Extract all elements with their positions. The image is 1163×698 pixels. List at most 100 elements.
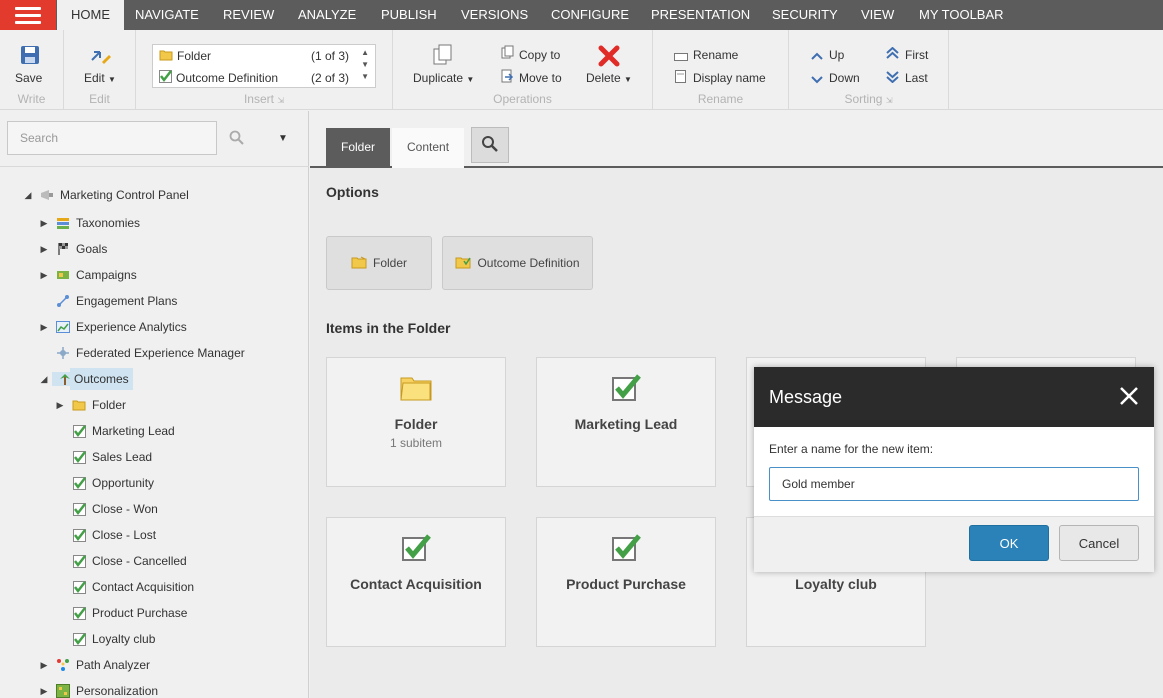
tab-publish[interactable]: PUBLISH — [367, 0, 451, 30]
duplicate-icon — [433, 44, 453, 69]
edit-icon — [90, 46, 112, 69]
tree-item-experience-analytics[interactable]: ▶ Experience Analytics — [40, 314, 309, 340]
tree-item-path-analyzer[interactable]: ▶ Path Analyzer — [40, 652, 309, 678]
down-arrow-icon — [811, 73, 823, 87]
search-icon[interactable] — [229, 130, 245, 149]
insert-count: (2 of 3) — [310, 71, 349, 85]
tab-content[interactable]: Content — [392, 128, 465, 168]
tree-item-sales-lead[interactable]: Sales Lead — [56, 444, 309, 470]
duplicate-button[interactable]: Duplicate ▼ — [413, 71, 474, 85]
expand-arrow-icon[interactable]: ▶ — [40, 316, 48, 338]
expand-arrow-icon[interactable]: ▶ — [40, 264, 48, 286]
expand-arrow-icon[interactable]: ▶ — [56, 394, 64, 416]
checkbox-icon — [537, 532, 715, 566]
tab-my-toolbar[interactable]: MY TOOLBAR — [905, 0, 1018, 30]
group-label-sorting: Sorting ⇲ — [844, 92, 893, 106]
search-dropdown-icon[interactable]: ▼ — [278, 133, 288, 144]
options-title: Options — [326, 184, 379, 200]
tree-item-close-lost[interactable]: Close - Lost — [56, 522, 309, 548]
copy-to-button[interactable]: Copy to — [519, 48, 560, 62]
campaign-icon — [56, 268, 70, 282]
tab-search[interactable] — [471, 127, 509, 163]
search-input[interactable] — [7, 121, 217, 155]
expand-arrow-icon[interactable]: ▶ — [40, 238, 48, 260]
tree-item-product-purchase[interactable]: Product Purchase — [56, 600, 309, 626]
tab-home[interactable]: HOME — [57, 0, 124, 30]
save-button[interactable]: Save — [15, 71, 42, 85]
dialog-title: Message — [754, 367, 1154, 427]
option-outcome-definition-button[interactable]: Outcome Definition — [442, 236, 593, 290]
down-button[interactable]: Down — [829, 71, 860, 85]
tab-review[interactable]: REVIEW — [209, 0, 288, 30]
tab-presentation[interactable]: PRESENTATION — [637, 0, 764, 30]
insert-option-outcome-definition[interactable]: Outcome Definition (2 of 3) — [159, 68, 349, 88]
hamburger-menu-icon[interactable] — [0, 0, 56, 30]
item-tile-folder[interactable]: Folder 1 subitem — [326, 357, 506, 487]
search-icon — [481, 135, 499, 156]
tree-item-loyalty-club[interactable]: Loyalty club — [56, 626, 309, 652]
item-name-input[interactable] — [769, 467, 1139, 501]
item-tile-product-purchase[interactable]: Product Purchase — [536, 517, 716, 647]
option-folder-button[interactable]: Folder — [326, 236, 432, 290]
collapse-arrow-icon[interactable]: ◢ — [40, 368, 48, 390]
first-button[interactable]: First — [905, 48, 928, 62]
tree-item-federated-experience-manager[interactable]: Federated Experience Manager — [40, 340, 309, 366]
tab-folder[interactable]: Folder — [326, 128, 391, 168]
tree-item-close-cancelled[interactable]: Close - Cancelled — [56, 548, 309, 574]
checkbox-icon — [72, 632, 86, 646]
tree-item-taxonomies[interactable]: ▶ Taxonomies — [40, 210, 309, 236]
tab-configure[interactable]: CONFIGURE — [537, 0, 643, 30]
tree-item-close-won[interactable]: Close - Won — [56, 496, 309, 522]
expand-arrow-icon[interactable]: ▶ — [40, 680, 48, 698]
tab-versions[interactable]: VERSIONS — [447, 0, 542, 30]
divider — [0, 166, 309, 167]
ok-button[interactable]: OK — [969, 525, 1049, 561]
tree-item-engagement-plans[interactable]: Engagement Plans — [40, 288, 309, 314]
move-icon — [501, 69, 514, 86]
tree-item-campaigns[interactable]: ▶ Campaigns — [40, 262, 309, 288]
tab-view[interactable]: VIEW — [847, 0, 908, 30]
edit-button[interactable]: Edit ▼ — [84, 71, 116, 85]
last-button[interactable]: Last — [905, 71, 928, 85]
tree-item-goals[interactable]: ▶ Goals — [40, 236, 309, 262]
item-tile-marketing-lead[interactable]: Marketing Lead — [536, 357, 716, 487]
checkbox-icon — [72, 554, 86, 568]
item-tile-contact-acquisition[interactable]: Contact Acquisition — [326, 517, 506, 647]
expand-arrow-icon[interactable]: ▶ — [40, 654, 48, 676]
first-icon — [886, 46, 899, 62]
collapse-arrow-icon[interactable]: ◢ — [24, 184, 32, 206]
dialog-prompt: Enter a name for the new item: — [769, 442, 934, 456]
close-icon[interactable] — [1118, 385, 1140, 407]
tile-name: Loyalty club — [795, 576, 877, 592]
insert-option-folder[interactable]: Folder (1 of 3) — [159, 46, 349, 66]
tree-item-outcomes[interactable]: ◢ Outcomes — [40, 366, 309, 392]
group-label-insert: Insert ⇲ — [243, 92, 285, 106]
tree-item-opportunity[interactable]: Opportunity — [56, 470, 309, 496]
checkbox-icon — [72, 580, 86, 594]
cancel-button[interactable]: Cancel — [1059, 525, 1139, 561]
tab-navigate[interactable]: NAVIGATE — [121, 0, 213, 30]
checkbox-icon — [327, 532, 505, 566]
tree-item-contact-acquisition[interactable]: Contact Acquisition — [56, 574, 309, 600]
folder-icon — [351, 255, 367, 272]
tab-analyze[interactable]: ANALYZE — [284, 0, 370, 30]
checkbox-icon — [72, 528, 86, 542]
outcomes-children: ▶ Folder Marketing Lead Sales Lead Opport… — [40, 392, 309, 652]
insert-scroll-icon[interactable]: ▲ ▼ ▼ — [361, 47, 369, 83]
engagement-plan-icon — [56, 294, 70, 308]
tree-item-personalization[interactable]: ▶ Personalization — [40, 678, 309, 698]
expand-arrow-icon[interactable]: ▶ — [40, 212, 48, 234]
tree-item-marketing-lead[interactable]: Marketing Lead — [56, 418, 309, 444]
up-button[interactable]: Up — [829, 48, 844, 62]
tree-item-folder[interactable]: ▶ Folder — [56, 392, 309, 418]
group-label-write: Write — [17, 92, 46, 106]
folder-icon — [159, 47, 173, 67]
rename-button[interactable]: Rename — [693, 48, 738, 62]
ribbon-group-operations: Duplicate ▼ Copy to Move to Delete ▼ Ope… — [393, 30, 653, 110]
display-name-button[interactable]: Display name — [693, 71, 766, 85]
tree-item-marketing-control-panel[interactable]: ◢ Marketing Control Panel — [24, 184, 309, 206]
taxonomy-icon — [56, 216, 70, 230]
delete-button[interactable]: Delete ▼ — [586, 71, 632, 85]
move-to-button[interactable]: Move to — [519, 71, 562, 85]
tab-security[interactable]: SECURITY — [758, 0, 852, 30]
